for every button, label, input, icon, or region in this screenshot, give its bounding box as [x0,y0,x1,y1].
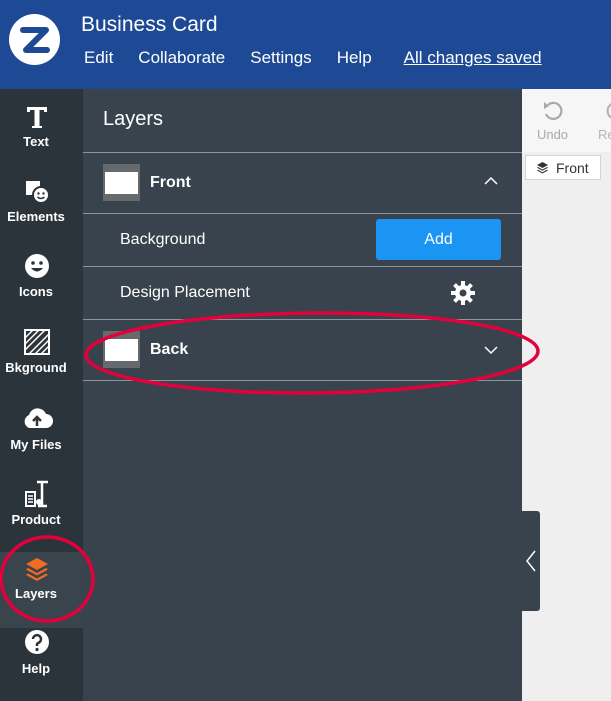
background-label: Background [120,231,206,248]
menu-help[interactable]: Help [337,48,372,68]
smiley-icon [25,254,49,278]
rail-item-text[interactable]: Text [0,96,83,172]
front-background-row: Background Add [83,214,522,266]
layer-back-header[interactable]: Back [83,320,522,380]
rail-item-my-files[interactable]: My Files [0,400,83,476]
layers-panel: Layers Front Background Add Design Place… [83,89,522,701]
rail-label: Icons [19,284,53,299]
rail-item-elements[interactable]: Elements [0,172,83,248]
rail-label: Product [11,512,61,527]
face-label: Front [556,160,589,176]
menu-edit[interactable]: Edit [84,48,113,68]
menu-collaborate[interactable]: Collaborate [138,48,225,68]
redo-icon [606,103,611,119]
layer-back-label: Back [150,341,189,358]
zazzle-logo-icon[interactable] [9,14,60,65]
product-icon [25,480,48,508]
app-header: Business Card Edit Collaborate Settings … [0,0,611,89]
canvas-toolbar: Undo Redo [522,89,611,152]
rail-label: Bkground [5,360,67,375]
rail-item-icons[interactable]: Icons [0,248,83,324]
rail-label: Help [21,661,51,676]
background-hatch-icon [24,329,50,355]
rail-item-layers[interactable]: Layers [0,552,83,628]
undo-icon [544,101,563,121]
layer-front-header[interactable]: Front [83,153,522,213]
rail-item-product[interactable]: Product [0,476,83,552]
menu-settings[interactable]: Settings [250,48,311,68]
panel-title: Layers [103,108,164,130]
gear-icon[interactable] [450,280,476,306]
rail-label: My Files [10,437,62,452]
cloud-upload-icon [24,408,53,428]
menu-bar: Edit Collaborate Settings Help All chang… [84,48,567,68]
chevron-left-icon [526,550,536,572]
add-background-button[interactable]: Add [376,219,501,260]
divider [83,380,522,381]
current-face-tag[interactable]: Front [525,155,601,180]
tool-rail: Text Elements Icons Bkground My Files Pr… [0,89,83,701]
rail-item-help[interactable]: Help [0,628,83,701]
elements-icon [26,181,50,204]
undo-button[interactable]: Undo [536,95,576,145]
help-icon [25,630,49,654]
rail-label: Layers [15,586,57,601]
chevron-up-icon[interactable] [483,175,499,187]
undo-label: Undo [536,127,569,142]
redo-label: Redo [598,127,611,142]
design-placement-row[interactable]: Design Placement [83,267,522,319]
layers-icon [537,162,548,174]
layer-front-label: Front [150,174,191,191]
rail-label: Elements [7,209,65,224]
back-thumbnail [103,331,140,368]
document-title[interactable]: Business Card [81,13,218,37]
design-placement-label: Design Placement [120,284,250,301]
save-status-link[interactable]: All changes saved [404,48,542,68]
chevron-down-icon[interactable] [483,344,499,356]
layers-icon [26,558,48,581]
redo-button[interactable]: Redo [598,95,611,145]
panel-collapse-handle[interactable] [522,511,540,611]
rail-item-background[interactable]: Bkground [0,324,83,400]
rail-label: Text [23,134,49,149]
text-icon [27,107,47,128]
front-thumbnail [103,164,140,201]
